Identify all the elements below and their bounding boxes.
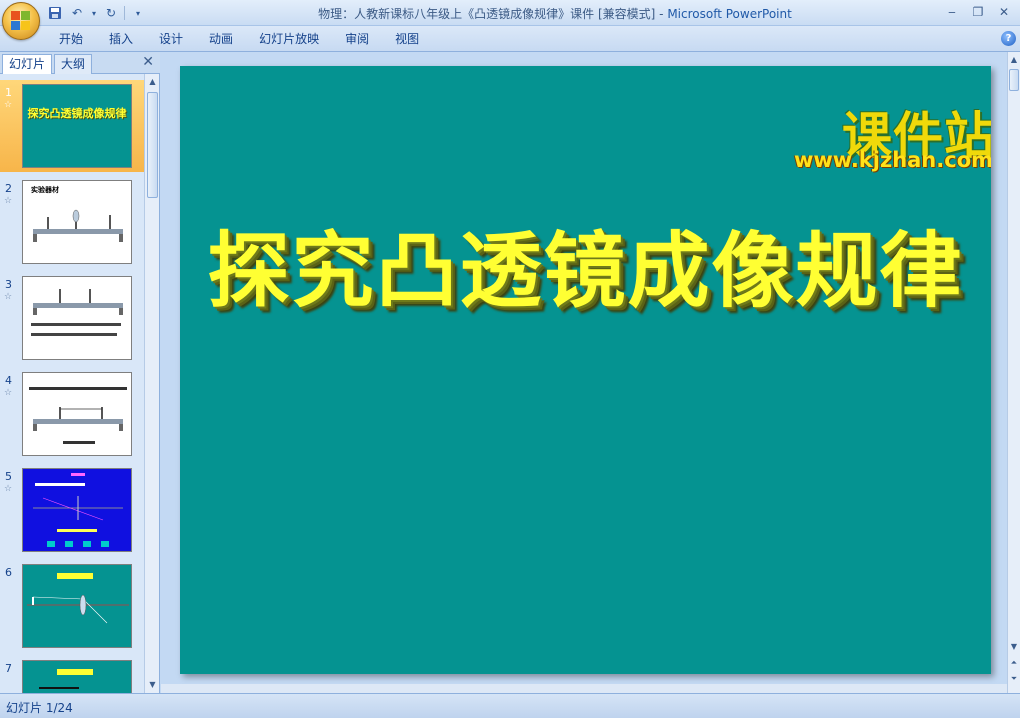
restore-icon[interactable]: ❐: [966, 3, 990, 21]
thumbnail-5[interactable]: 5 ☆: [0, 464, 144, 556]
thumbnail-text-line: [35, 483, 85, 486]
thumbnails-scrollbar[interactable]: ▲ ▼: [144, 74, 159, 693]
thumbnail-text-line: [57, 573, 93, 579]
thumbnail-text-line: [57, 529, 97, 532]
previous-slide-icon[interactable]: ⏶: [1008, 656, 1020, 670]
slide-scrollbar[interactable]: ▲ ▼ ⏶ ⏷: [1007, 52, 1020, 693]
scroll-thumb[interactable]: [1009, 69, 1019, 91]
thumbnail-title: 实验器材: [31, 186, 59, 194]
scroll-up-icon[interactable]: ▲: [1008, 53, 1020, 67]
close-pane-icon[interactable]: ✕: [142, 54, 154, 70]
animation-star-icon: ☆: [4, 292, 13, 302]
slide-thumbnails: 1 ☆ 探究凸透镜成像规律 2 ☆ 实验器材 3 ☆ 4 ☆ 5 ☆ 6 7: [0, 74, 144, 693]
thumbnail-text-line: [57, 669, 93, 675]
thumbnail-button-shape: [65, 541, 73, 547]
thumbnail-text-line: [31, 323, 121, 326]
thumbnail-7[interactable]: 7: [0, 656, 144, 693]
thumbnail-1[interactable]: 1 ☆ 探究凸透镜成像规律: [0, 80, 144, 172]
thumbnail-button-shape: [83, 541, 91, 547]
thumbnail-number: 1: [5, 86, 12, 99]
thumbnail-slide: 实验器材: [22, 180, 132, 264]
thumbnail-slide: 探究凸透镜成像规律: [22, 84, 132, 168]
optical-bench-drawing: [33, 407, 123, 431]
thumbnail-text-line: [63, 441, 95, 444]
thumbnail-slide: [22, 276, 132, 360]
thumbnail-number: 7: [5, 662, 12, 675]
lens-ray-drawing: [33, 496, 123, 521]
window-title: 物理：人教新课标八年级上《凸透镜成像规律》课件 [兼容模式] - Microso…: [0, 5, 1020, 22]
app-name: Microsoft PowerPoint: [667, 7, 792, 21]
thumbnail-4[interactable]: 4 ☆: [0, 368, 144, 460]
scroll-down-icon[interactable]: ▼: [1008, 640, 1020, 654]
animation-star-icon: ☆: [4, 388, 13, 398]
horizontal-scroll-area: [161, 684, 1007, 693]
document-title: 物理：人教新课标八年级上《凸透镜成像规律》课件 [兼容模式] -: [318, 7, 668, 21]
tab-outline[interactable]: 大纲: [54, 54, 93, 74]
next-slide-icon[interactable]: ⏷: [1008, 672, 1020, 686]
thumbnail-number: 2: [5, 182, 12, 195]
thumbnail-slide: [22, 468, 132, 552]
pane-tabs: 幻灯片 大纲 ✕: [0, 52, 160, 74]
status-bar: 幻灯片 1/24: [0, 693, 1020, 718]
thumbnail-3[interactable]: 3 ☆: [0, 272, 144, 364]
tab-slide-show[interactable]: 幻灯片放映: [246, 26, 332, 52]
thumbnail-number: 5: [5, 470, 12, 483]
close-icon[interactable]: ✕: [992, 3, 1016, 21]
thumbnail-title: 探究凸透镜成像规律: [27, 107, 127, 120]
animation-star-icon: ☆: [4, 484, 13, 494]
thumbnail-slide: [22, 372, 132, 456]
thumbnail-button-shape: [101, 541, 109, 547]
optical-bench-drawing: [33, 209, 123, 242]
current-slide[interactable]: 课件站 www.kjzhan.com 探究凸透镜成像规律: [180, 66, 991, 674]
thumbnail-slide: [22, 660, 132, 693]
tab-home[interactable]: 开始: [46, 26, 96, 52]
help-icon[interactable]: ?: [1001, 31, 1016, 46]
title-bar: ↶ ▾ ↻ ▾ 物理：人教新课标八年级上《凸透镜成像规律》课件 [兼容模式] -…: [0, 0, 1020, 26]
watermark-url: www.kjzhan.com: [793, 148, 991, 172]
window-controls: ‒ ❐ ✕: [940, 3, 1016, 21]
tab-view[interactable]: 视图: [382, 26, 432, 52]
thumbnail-text-line: [29, 387, 127, 390]
thumbnail-shape: [39, 687, 79, 689]
thumbnail-6[interactable]: 6: [0, 560, 144, 652]
slide-counter: 幻灯片 1/24: [6, 701, 73, 715]
animation-star-icon: ☆: [4, 100, 13, 110]
ribbon-tabs: 开始 插入 设计 动画 幻灯片放映 审阅 视图: [46, 26, 432, 52]
minimize-icon[interactable]: ‒: [940, 3, 964, 21]
office-button[interactable]: [2, 2, 40, 40]
office-logo-icon: [11, 11, 31, 31]
thumbnail-text-line: [31, 333, 117, 336]
tab-review[interactable]: 审阅: [332, 26, 382, 52]
tab-insert[interactable]: 插入: [96, 26, 146, 52]
thumbnail-number: 6: [5, 566, 12, 579]
slide-title[interactable]: 探究凸透镜成像规律: [180, 204, 991, 323]
tab-slides[interactable]: 幻灯片: [2, 54, 53, 74]
tab-design[interactable]: 设计: [146, 26, 196, 52]
scroll-thumb[interactable]: [147, 92, 158, 198]
slide-editor: 课件站 www.kjzhan.com 探究凸透镜成像规律: [161, 52, 1007, 693]
thumbnail-number: 3: [5, 278, 12, 291]
scroll-down-icon[interactable]: ▼: [146, 678, 159, 692]
tab-animations[interactable]: 动画: [196, 26, 246, 52]
thumbnail-number: 4: [5, 374, 12, 387]
thumbnail-slide: [22, 564, 132, 648]
animation-star-icon: ☆: [4, 196, 13, 206]
thumbnail-text-line: [71, 473, 85, 476]
scroll-up-icon[interactable]: ▲: [146, 75, 159, 89]
slides-pane: 幻灯片 大纲 ✕ 1 ☆ 探究凸透镜成像规律 2 ☆ 实验器材 3 ☆ 4 ☆ …: [0, 52, 160, 693]
ribbon: 开始 插入 设计 动画 幻灯片放映 审阅 视图 ?: [0, 26, 1020, 52]
lens-ray-drawing: [27, 594, 129, 624]
thumbnail-button-shape: [47, 541, 55, 547]
thumbnail-2[interactable]: 2 ☆ 实验器材: [0, 176, 144, 268]
optical-bench-drawing: [33, 289, 123, 315]
